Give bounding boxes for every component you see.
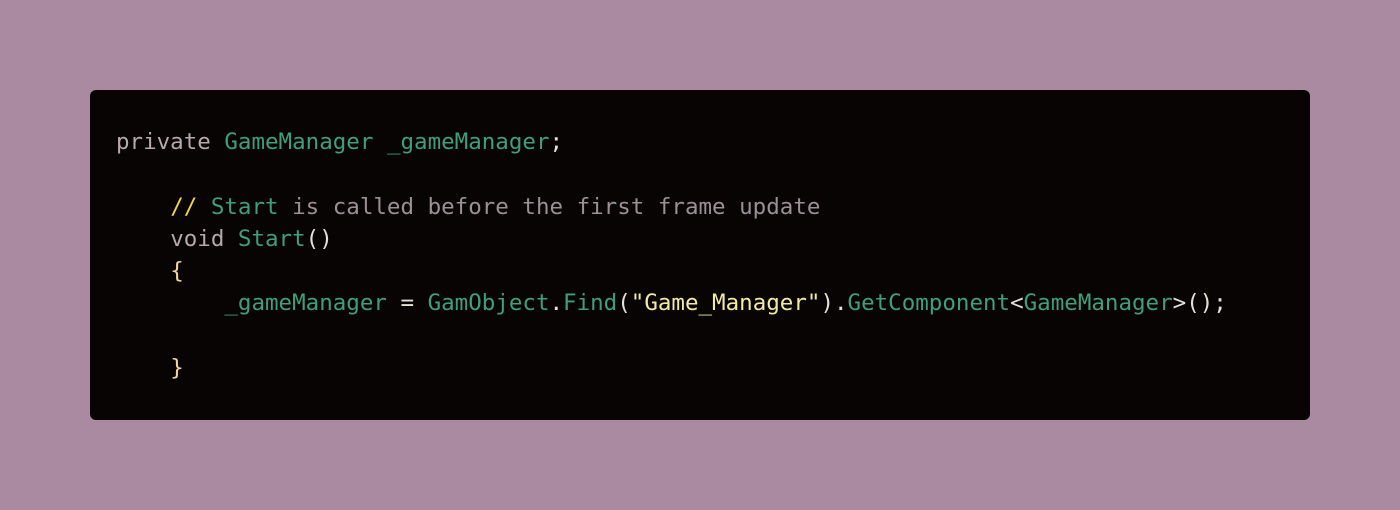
code-token: = (386, 290, 428, 317)
code-line: void Start() (116, 223, 1227, 255)
code-block: private GameManager _gameManager; // Sta… (116, 126, 1227, 384)
code-token: < (1010, 290, 1024, 317)
code-token: GameManager (1023, 290, 1173, 317)
code-token: _gameManager (224, 290, 387, 317)
code-token: Start (237, 225, 306, 252)
code-token: { (170, 258, 184, 285)
code-token: void (170, 225, 225, 252)
code-line: _gameManager = GamObject.Find("Game_Mana… (116, 287, 1227, 319)
code-token: ; (549, 129, 564, 155)
code-line: } (116, 352, 1227, 384)
code-token: >(); (1172, 290, 1227, 317)
code-token: Find (563, 290, 618, 317)
code-token: () (305, 225, 333, 252)
code-token: ( (617, 290, 631, 317)
code-token: _gameManager (386, 129, 550, 155)
code-line: { (116, 255, 1227, 287)
code-token: GetComponent (847, 290, 1011, 317)
code-line: private GameManager _gameManager; (116, 126, 1227, 158)
code-snippet-card: private GameManager _gameManager; // Sta… (90, 90, 1310, 420)
code-token: GamObject (427, 290, 550, 317)
code-token: "Game_Manager" (630, 290, 821, 317)
code-token: is called before the first frame update (278, 193, 821, 220)
code-token: Start (210, 193, 279, 220)
code-line: // Start is called before the first fram… (116, 191, 1227, 223)
code-token: GameManager (224, 129, 374, 155)
code-token: private (116, 129, 211, 155)
code-token: } (170, 355, 184, 382)
code-token: . (549, 290, 564, 317)
code-token: // (170, 193, 198, 220)
code-token: ). (820, 290, 848, 317)
